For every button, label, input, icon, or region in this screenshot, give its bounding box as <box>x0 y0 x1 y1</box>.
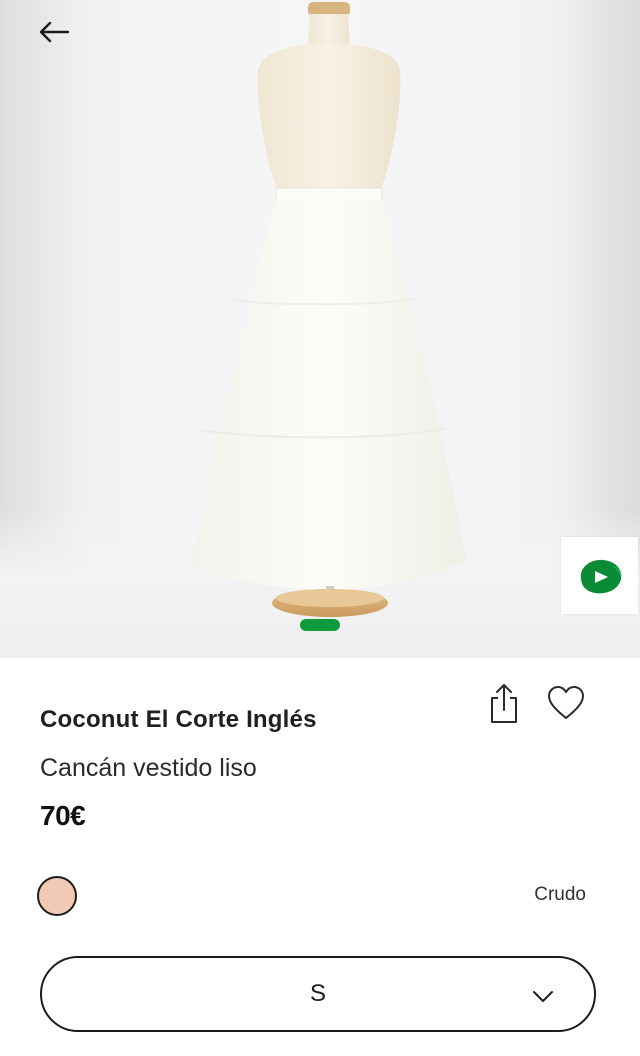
chevron-down-icon <box>533 991 553 1002</box>
size-select-value: S <box>309 980 326 1007</box>
arrow-left-icon <box>39 21 70 43</box>
favorite-button[interactable] <box>544 680 588 726</box>
size-select[interactable]: S <box>40 956 596 1032</box>
color-swatch-selected[interactable] <box>37 876 77 916</box>
play-video-button[interactable] <box>561 537 638 614</box>
product-image <box>192 2 466 617</box>
color-label: Crudo <box>534 884 586 905</box>
play-video-icon <box>580 559 621 593</box>
share-button[interactable] <box>484 680 524 726</box>
gallery-pager <box>300 619 340 631</box>
product-image-gallery[interactable] <box>0 0 640 658</box>
product-brand: Coconut El Corte Inglés <box>40 706 317 733</box>
pager-dot-active[interactable] <box>300 619 340 631</box>
product-price: 70€ <box>40 800 86 831</box>
share-icon <box>491 684 517 723</box>
product-name: Cancán vestido liso <box>40 754 257 782</box>
back-button[interactable] <box>28 14 80 50</box>
heart-icon <box>548 686 584 719</box>
